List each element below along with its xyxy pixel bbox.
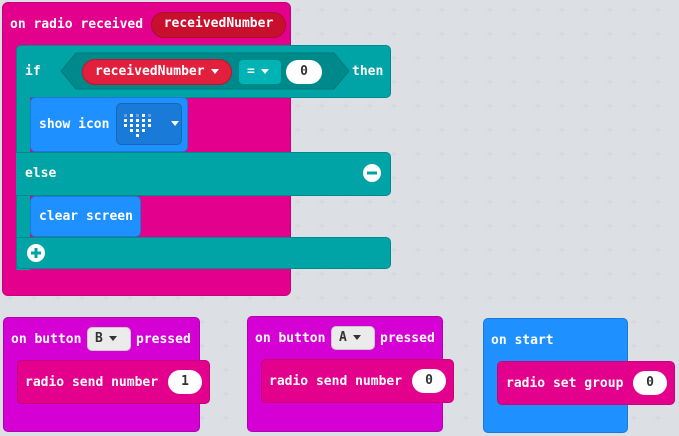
chevron-down-icon — [108, 336, 117, 341]
remove-else-icon[interactable] — [362, 163, 382, 183]
operator-dropdown[interactable]: = — [238, 59, 282, 85]
received-number-param[interactable]: receivedNumber — [151, 12, 286, 38]
on-start-label: on start — [491, 333, 554, 348]
radio-set-group-label: radio set group — [506, 376, 624, 391]
send-number-input[interactable]: 0 — [412, 369, 446, 393]
chevron-down-icon — [210, 69, 219, 74]
button-a-dropdown[interactable]: A — [331, 326, 375, 350]
on-button-label: on button — [11, 332, 82, 347]
if-label: if — [25, 64, 41, 79]
operator-text: = — [247, 64, 255, 79]
radio-send-number-label: radio send number — [269, 374, 403, 389]
on-radio-received-label: on radio received — [10, 17, 144, 32]
received-number-variable-dropdown[interactable]: receivedNumber — [82, 59, 232, 85]
clear-screen-label: clear screen — [39, 209, 133, 224]
pressed-label: pressed — [136, 332, 191, 347]
send-number-input[interactable]: 1 — [168, 370, 202, 394]
chevron-down-icon — [171, 121, 179, 126]
chevron-down-icon — [352, 335, 361, 340]
heart-icon — [124, 114, 151, 137]
then-label: then — [352, 64, 384, 79]
group-value-input[interactable]: 0 — [633, 371, 667, 395]
button-b-text: B — [95, 331, 103, 346]
button-b-dropdown[interactable]: B — [87, 327, 131, 351]
pressed-label: pressed — [380, 331, 435, 346]
button-a-text: A — [339, 330, 347, 345]
else-label: else — [25, 166, 57, 181]
add-else-if-icon[interactable] — [26, 243, 46, 263]
show-icon-label: show icon — [39, 117, 110, 132]
chevron-down-icon — [260, 69, 269, 74]
cond-var-text: receivedNumber — [95, 64, 205, 79]
radio-send-number-label: radio send number — [25, 375, 159, 390]
compare-value-input[interactable]: 0 — [286, 60, 322, 84]
icon-dropdown[interactable] — [116, 103, 182, 145]
on-button-label: on button — [255, 331, 326, 346]
